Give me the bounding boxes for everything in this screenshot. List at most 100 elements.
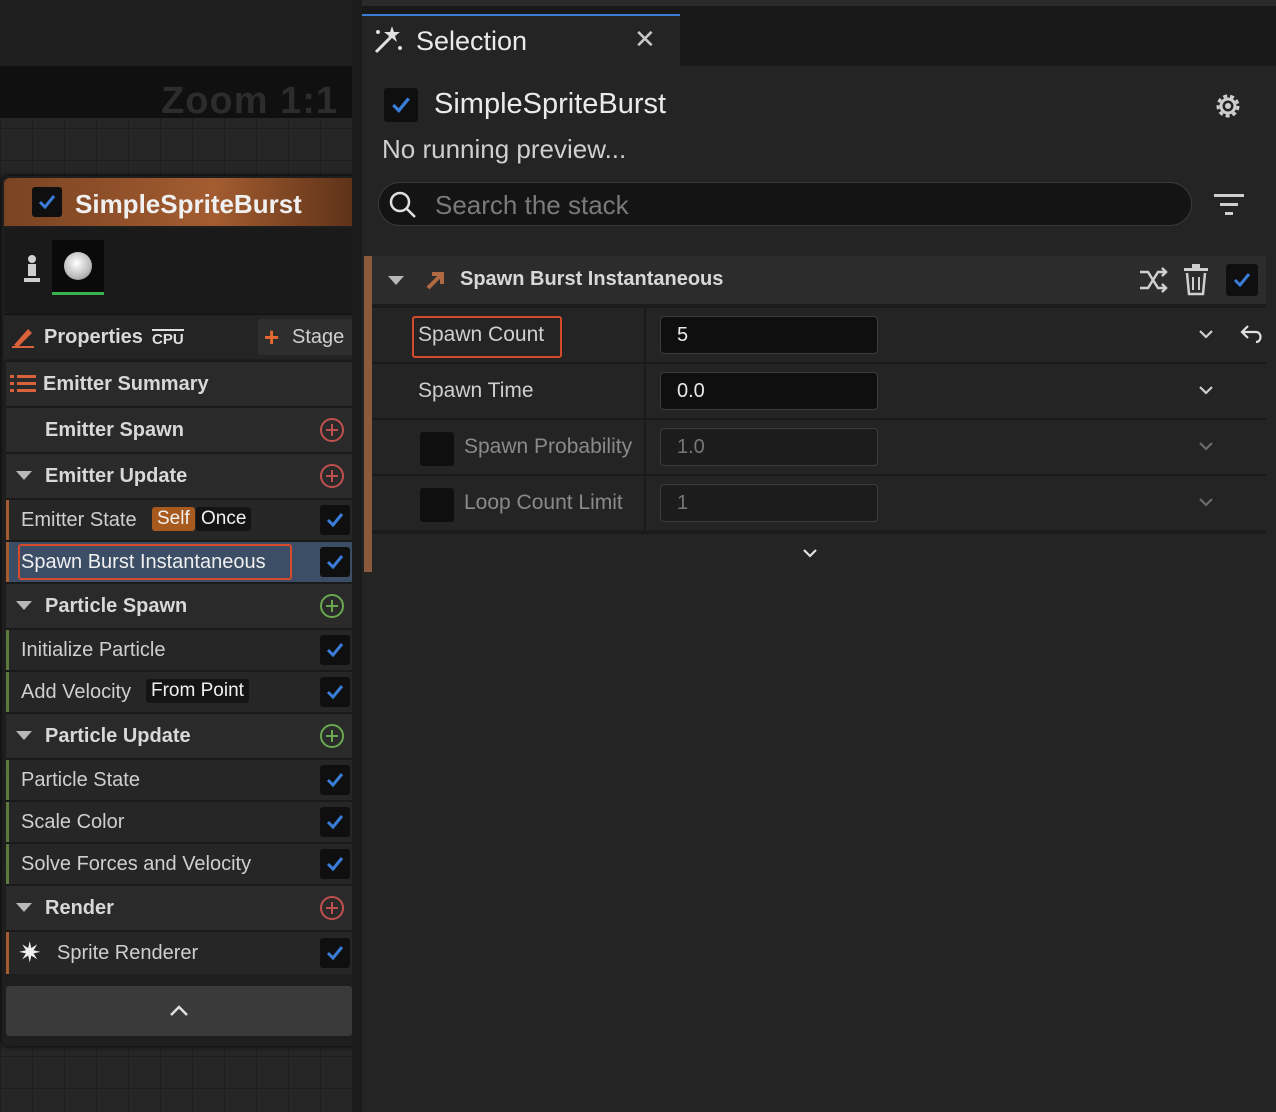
section-label: Render (45, 897, 114, 919)
add-renderer-icon[interactable] (320, 896, 344, 920)
add-module-icon[interactable] (320, 464, 344, 488)
param-label: Spawn Probability (464, 435, 633, 458)
module-accent-bar (6, 802, 9, 842)
spawn-time-field[interactable]: 0.0 (660, 372, 878, 410)
loop-count-limit-field[interactable]: 1 (660, 484, 878, 522)
section-render[interactable]: Render (6, 884, 352, 930)
loop-count-limit-checkbox[interactable] (420, 488, 454, 522)
section-emitter-update[interactable]: Emitter Update (6, 452, 352, 498)
trash-icon[interactable] (1182, 264, 1210, 296)
module-enable-checkbox[interactable] (1226, 264, 1258, 296)
module-enable-checkbox[interactable] (320, 765, 350, 795)
cpu-sim-badge: CPU (152, 329, 184, 348)
section-label: Emitter Spawn (45, 419, 184, 441)
add-module-icon[interactable] (320, 418, 344, 442)
shuffle-icon[interactable] (1138, 266, 1168, 294)
section-label: Particle Update (45, 725, 191, 747)
show-advanced-button[interactable] (372, 532, 1266, 574)
check-icon (326, 513, 344, 528)
add-module-icon[interactable] (320, 594, 344, 618)
thumbnail-status-bar (52, 292, 104, 295)
param-spawn-time: Spawn Time 0.0 (372, 362, 1266, 418)
module-label: Particle State (21, 769, 140, 791)
emitter-enable-checkbox[interactable] (32, 187, 62, 217)
module-accent-bar (6, 500, 9, 540)
module-label: Scale Color (21, 811, 125, 833)
param-spawn-count: Spawn Count 5 (372, 306, 1266, 362)
module-title: Spawn Burst Instantaneous (460, 268, 724, 290)
sprite-burst-icon: ✷ (18, 937, 42, 968)
module-accent-bar (6, 844, 9, 884)
collapse-triangle-icon[interactable] (16, 471, 32, 480)
emitter-summary-row[interactable]: Emitter Summary (6, 360, 352, 406)
once-tag: Once (196, 507, 252, 531)
chevron-down-icon (803, 549, 817, 558)
module-enable-checkbox[interactable] (320, 635, 350, 665)
sprite-thumbnail[interactable] (52, 240, 104, 292)
add-module-icon[interactable] (320, 724, 344, 748)
chevron-down-icon[interactable] (1198, 382, 1214, 398)
module-accent-bar (6, 672, 9, 712)
column-divider (644, 364, 646, 418)
section-emitter-spawn[interactable]: Emitter Spawn (6, 406, 352, 452)
check-icon (326, 685, 344, 700)
person-icon (24, 255, 40, 282)
emitter-node-header[interactable]: SimpleSpriteBurst (4, 178, 352, 226)
gear-icon[interactable] (1212, 90, 1244, 122)
module-sprite-renderer[interactable]: ✷ Sprite Renderer (6, 930, 352, 974)
module-label: Solve Forces and Velocity (21, 853, 252, 875)
module-scale-color[interactable]: Scale Color (6, 800, 352, 842)
close-icon[interactable]: ✕ (634, 24, 656, 55)
emitter-enable-checkbox[interactable] (384, 88, 418, 122)
spawn-count-field[interactable]: 5 (660, 316, 878, 354)
section-particle-update[interactable]: Particle Update (6, 712, 352, 758)
graph-toolbar-area (0, 0, 352, 66)
module-label: Add Velocity (21, 681, 132, 703)
sprite-ball-image (64, 252, 92, 280)
properties-row[interactable]: Properties CPU + Stage (4, 314, 352, 359)
spawn-probability-field[interactable]: 1.0 (660, 428, 878, 466)
emitter-graph[interactable]: Zoom 1:1 SimpleSpriteBurst Properties CP… (0, 0, 352, 1112)
param-label: Spawn Time (418, 379, 534, 402)
spawn-probability-checkbox[interactable] (420, 432, 454, 466)
chevron-down-icon[interactable] (1198, 494, 1214, 510)
check-icon (326, 857, 344, 872)
module-enable-checkbox[interactable] (320, 677, 350, 707)
tab-selection[interactable]: Selection ✕ (362, 14, 680, 66)
stack-search-box[interactable] (378, 182, 1192, 226)
collapse-triangle-icon[interactable] (16, 903, 32, 912)
magic-wand-icon (374, 26, 402, 54)
module-header[interactable]: Spawn Burst Instantaneous (372, 256, 1266, 304)
module-emitter-state[interactable]: Emitter State Self Once (6, 498, 352, 540)
module-stack-panel: Spawn Burst Instantaneous Spawn Count 5 … (364, 256, 1266, 574)
section-particle-spawn[interactable]: Particle Spawn (6, 582, 352, 628)
collapse-triangle-icon[interactable] (16, 601, 32, 610)
emitter-node[interactable]: SimpleSpriteBurst Properties CPU + Stage (2, 176, 352, 1046)
pencil-icon (12, 329, 34, 348)
chevron-up-icon (170, 1005, 188, 1016)
module-enable-checkbox[interactable] (320, 938, 350, 968)
module-enable-checkbox[interactable] (320, 849, 350, 879)
collapse-node-button[interactable] (6, 986, 352, 1036)
selected-emitter-name: SimpleSpriteBurst (434, 88, 667, 120)
column-divider (644, 308, 646, 362)
add-stage-button[interactable]: + Stage (258, 319, 352, 355)
module-add-velocity[interactable]: Add Velocity From Point (6, 670, 352, 712)
collapse-triangle-icon[interactable] (16, 731, 32, 740)
check-icon (38, 195, 56, 210)
self-tag: Self (152, 507, 195, 531)
module-initialize-particle[interactable]: Initialize Particle (6, 628, 352, 670)
module-enable-checkbox[interactable] (320, 547, 350, 577)
module-enable-checkbox[interactable] (320, 807, 350, 837)
chevron-down-icon[interactable] (1198, 438, 1214, 454)
reset-arrow-icon[interactable] (1240, 324, 1264, 344)
search-input[interactable] (433, 189, 1177, 221)
module-solve-forces-and-velocity[interactable]: Solve Forces and Velocity (6, 842, 352, 884)
filter-icon[interactable] (1214, 192, 1244, 218)
module-spawn-burst-instantaneous[interactable]: Spawn Burst Instantaneous (6, 540, 352, 582)
module-particle-state[interactable]: Particle State (6, 758, 352, 800)
module-enable-checkbox[interactable] (320, 505, 350, 535)
chevron-down-icon[interactable] (1198, 326, 1214, 342)
collapse-triangle-icon[interactable] (388, 276, 404, 285)
tab-bar: Selection ✕ (362, 6, 1276, 66)
